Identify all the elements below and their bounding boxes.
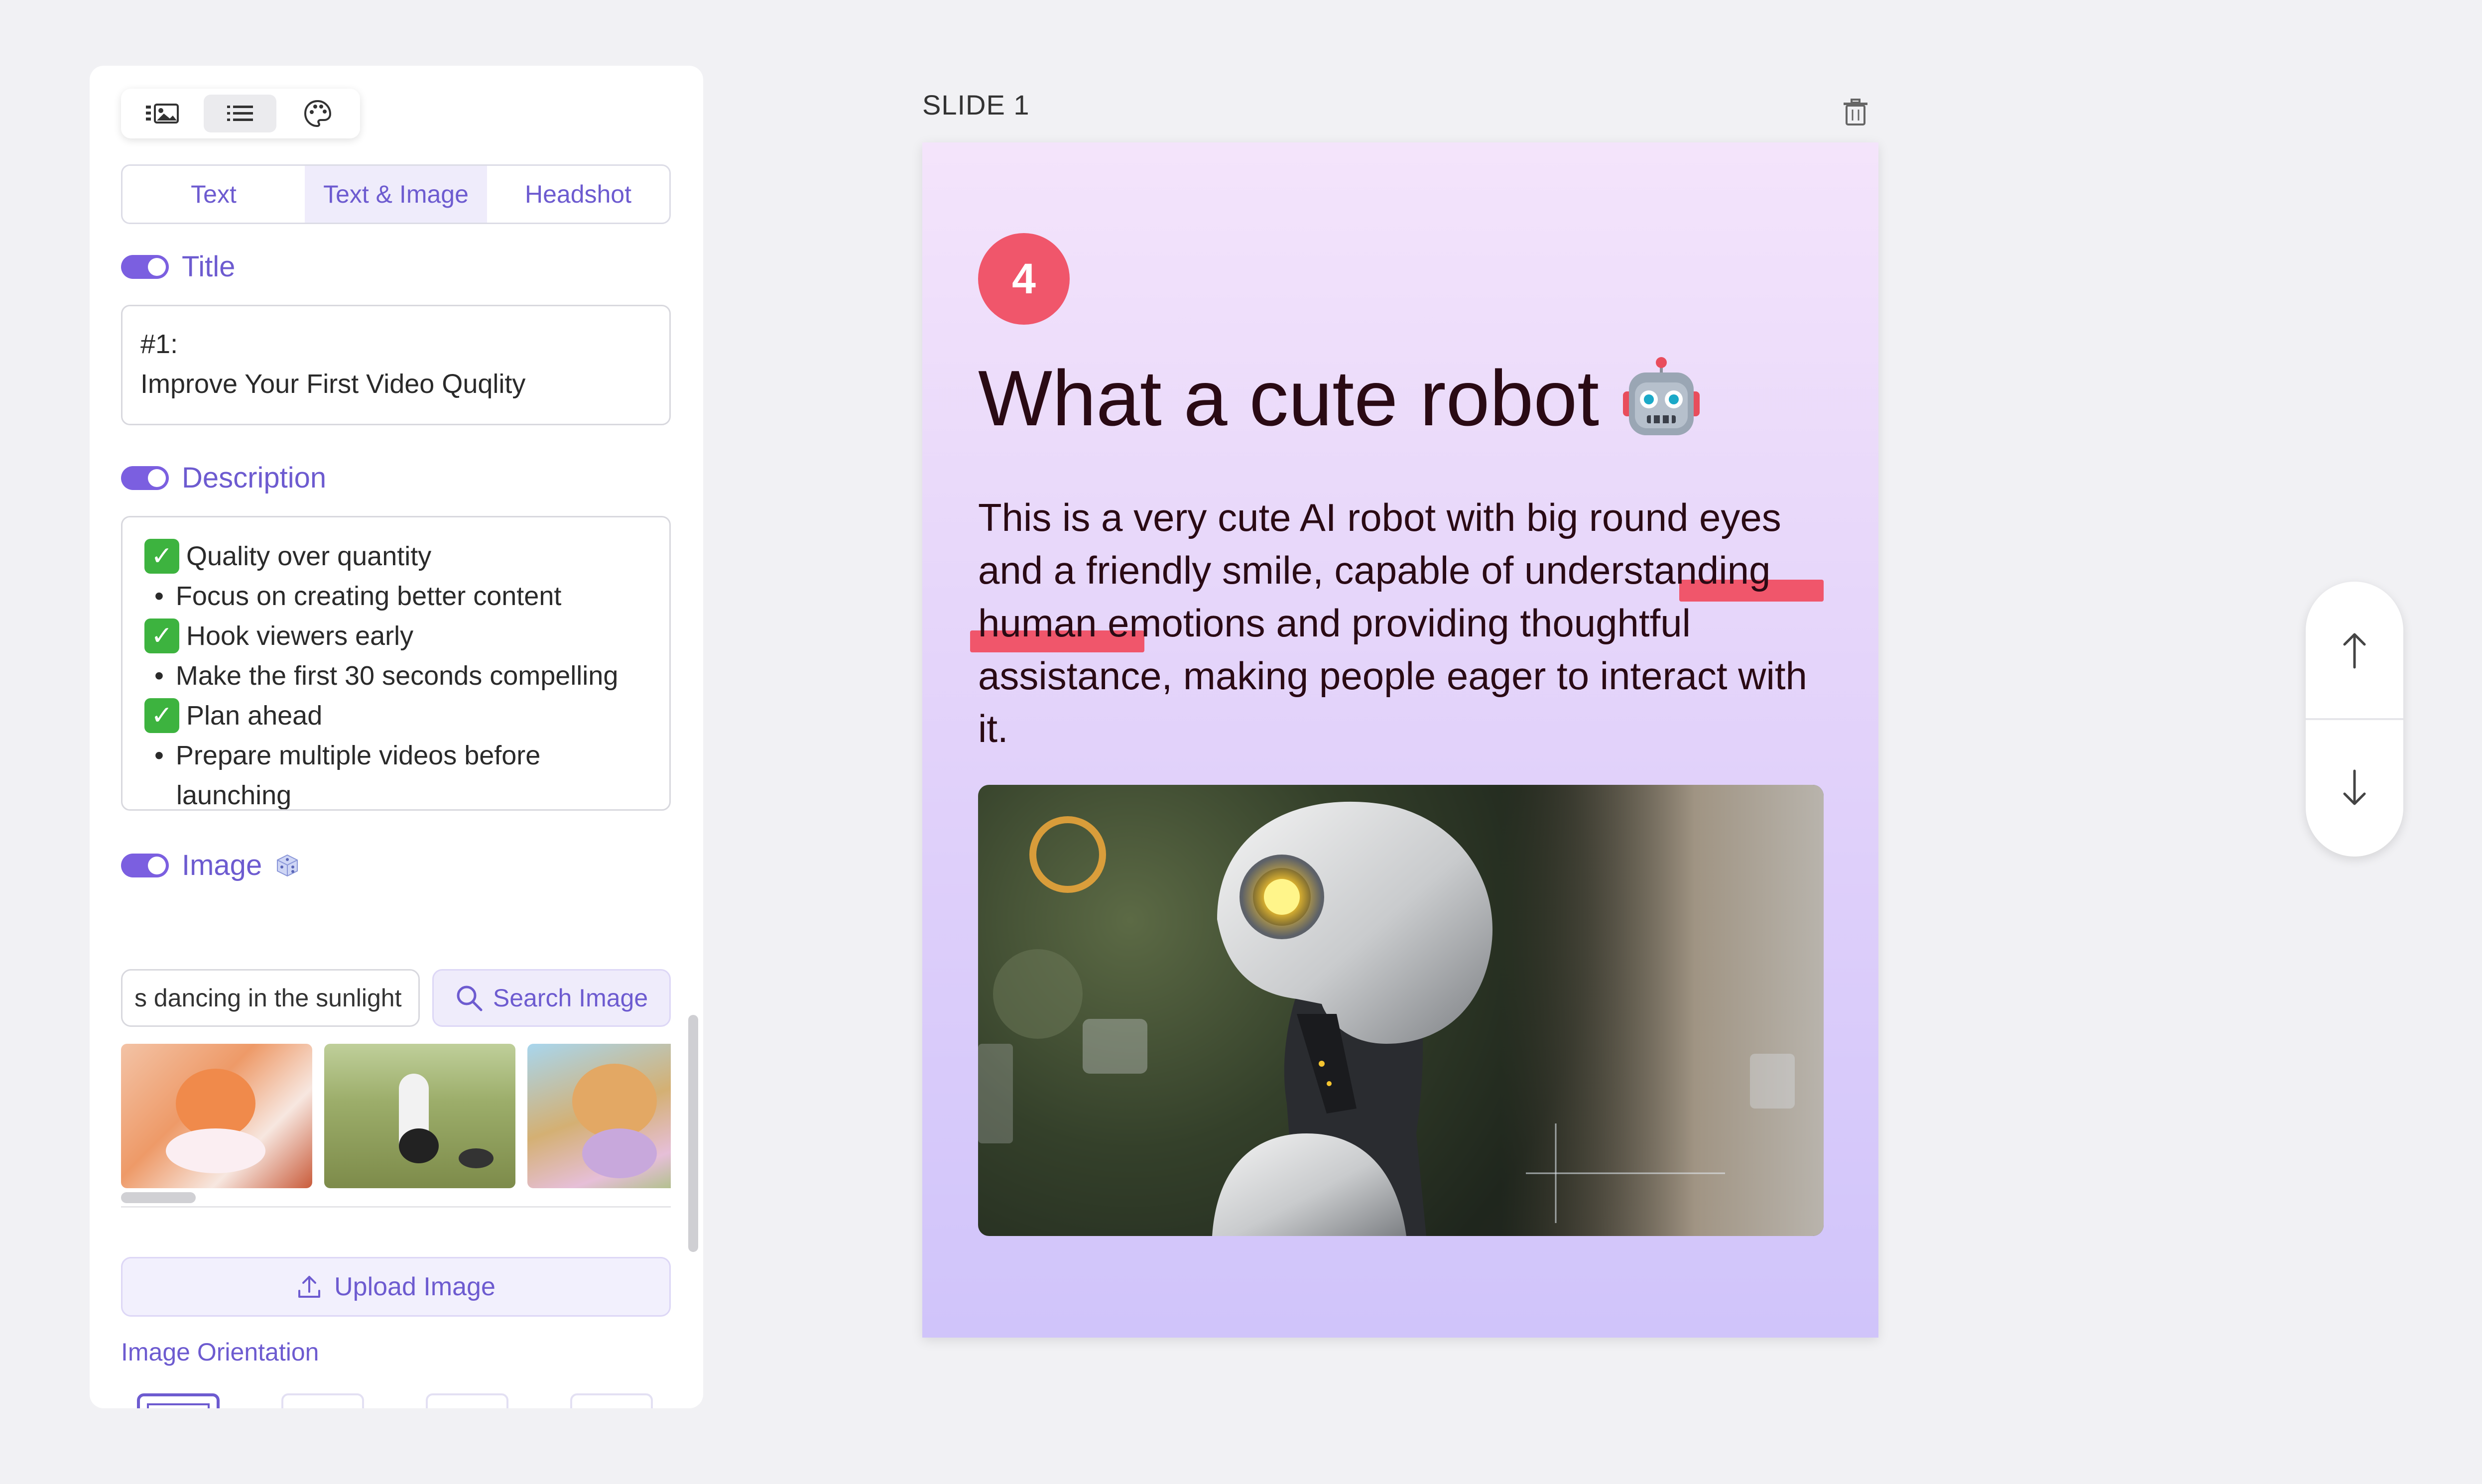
slide-image[interactable] bbox=[978, 785, 1824, 1236]
orientation-option-right[interactable] bbox=[281, 1393, 364, 1408]
divider bbox=[121, 1206, 671, 1208]
description-item: ✓ Plan ahead bbox=[144, 696, 651, 736]
robot-icon bbox=[1623, 357, 1700, 435]
image-toggle[interactable] bbox=[121, 853, 169, 877]
title-line: Improve Your First Video Quqlity bbox=[140, 369, 526, 399]
image-section-header: Image bbox=[121, 849, 300, 882]
check-icon: ✓ bbox=[144, 539, 179, 574]
slide-title-text: What a cute robot bbox=[978, 355, 1600, 442]
vertical-scrollbar[interactable] bbox=[688, 1015, 698, 1252]
image-result[interactable] bbox=[121, 1044, 312, 1188]
layout-image-view-button[interactable] bbox=[126, 95, 199, 132]
tab-text-and-image[interactable]: Text & Image bbox=[305, 166, 487, 223]
arrow-up-icon bbox=[2343, 633, 2366, 669]
image-orientation-options bbox=[137, 1393, 665, 1408]
move-down-button[interactable] bbox=[2306, 719, 2403, 857]
arrow-down-icon bbox=[2343, 769, 2366, 805]
layout-tabs: Text Text & Image Headshot bbox=[121, 164, 671, 224]
slide-canvas[interactable]: 4 What a cute robot This is a very cute … bbox=[922, 142, 1878, 1338]
slide-body-text[interactable]: This is a very cute AI robot with big ro… bbox=[978, 491, 1835, 755]
list-view-button[interactable] bbox=[204, 95, 276, 132]
slide-reorder-controls bbox=[2306, 582, 2403, 857]
robot-photo bbox=[978, 785, 1824, 1236]
check-icon: ✓ bbox=[144, 698, 179, 733]
image-result[interactable] bbox=[527, 1044, 671, 1188]
title-toggle[interactable] bbox=[121, 254, 169, 279]
list-icon bbox=[227, 106, 253, 121]
horizontal-scrollbar[interactable] bbox=[121, 1192, 196, 1203]
upload-icon bbox=[298, 1276, 321, 1298]
orientation-option-left[interactable] bbox=[570, 1393, 653, 1408]
search-image-button[interactable]: Search Image bbox=[432, 969, 671, 1027]
orientation-option-full[interactable] bbox=[137, 1393, 220, 1408]
slide-number-badge: 4 bbox=[978, 233, 1070, 325]
tab-headshot[interactable]: Headshot bbox=[487, 166, 669, 223]
editor-panel: Text Text & Image Headshot Title #1: Imp… bbox=[90, 66, 703, 1408]
slide-label: SLIDE 1 bbox=[922, 89, 1030, 121]
title-section-header: Title bbox=[121, 250, 235, 283]
layout-image-icon bbox=[146, 104, 179, 124]
trash-icon[interactable] bbox=[1841, 98, 1870, 127]
slide-title[interactable]: What a cute robot bbox=[978, 354, 1704, 444]
bullet-icon: • bbox=[154, 741, 164, 770]
upload-image-label: Upload Image bbox=[334, 1272, 496, 1301]
search-icon bbox=[457, 986, 483, 1011]
tab-text[interactable]: Text bbox=[123, 166, 305, 223]
image-result[interactable] bbox=[324, 1044, 515, 1188]
description-section-label: Description bbox=[182, 462, 327, 494]
check-icon: ✓ bbox=[144, 618, 179, 653]
image-orientation-label: Image Orientation bbox=[121, 1338, 319, 1366]
image-results bbox=[121, 1044, 671, 1188]
orientation-option-top[interactable] bbox=[426, 1393, 508, 1408]
title-section-label: Title bbox=[182, 250, 236, 283]
image-section-label: Image bbox=[182, 849, 262, 881]
palette-icon bbox=[304, 100, 332, 127]
image-search-input[interactable]: s dancing in the sunlight bbox=[121, 969, 420, 1027]
title-line: #1: bbox=[140, 329, 178, 359]
title-field[interactable]: #1: Improve Your First Video Quqlity bbox=[121, 305, 671, 425]
dice-icon[interactable] bbox=[275, 853, 300, 878]
description-item: • Make the first 30 seconds compelling bbox=[144, 656, 651, 696]
description-item: launching bbox=[176, 780, 292, 810]
description-item: • Prepare multiple videos before bbox=[144, 736, 651, 775]
theme-view-button[interactable] bbox=[281, 95, 354, 132]
view-toggle bbox=[121, 89, 360, 138]
bullet-icon: • bbox=[154, 661, 164, 691]
description-section-header: Description bbox=[121, 461, 326, 495]
description-item: ✓ Hook viewers early bbox=[144, 616, 651, 656]
description-item: • Focus on creating better content bbox=[144, 576, 651, 616]
description-field[interactable]: ✓ Quality over quantity • Focus on creat… bbox=[121, 516, 671, 811]
upload-image-button[interactable]: Upload Image bbox=[121, 1257, 671, 1317]
description-item: ✓ Quality over quantity bbox=[144, 536, 651, 576]
move-up-button[interactable] bbox=[2306, 582, 2403, 719]
description-toggle[interactable] bbox=[121, 466, 169, 490]
search-image-label: Search Image bbox=[493, 984, 648, 1012]
bullet-icon: • bbox=[154, 581, 164, 611]
